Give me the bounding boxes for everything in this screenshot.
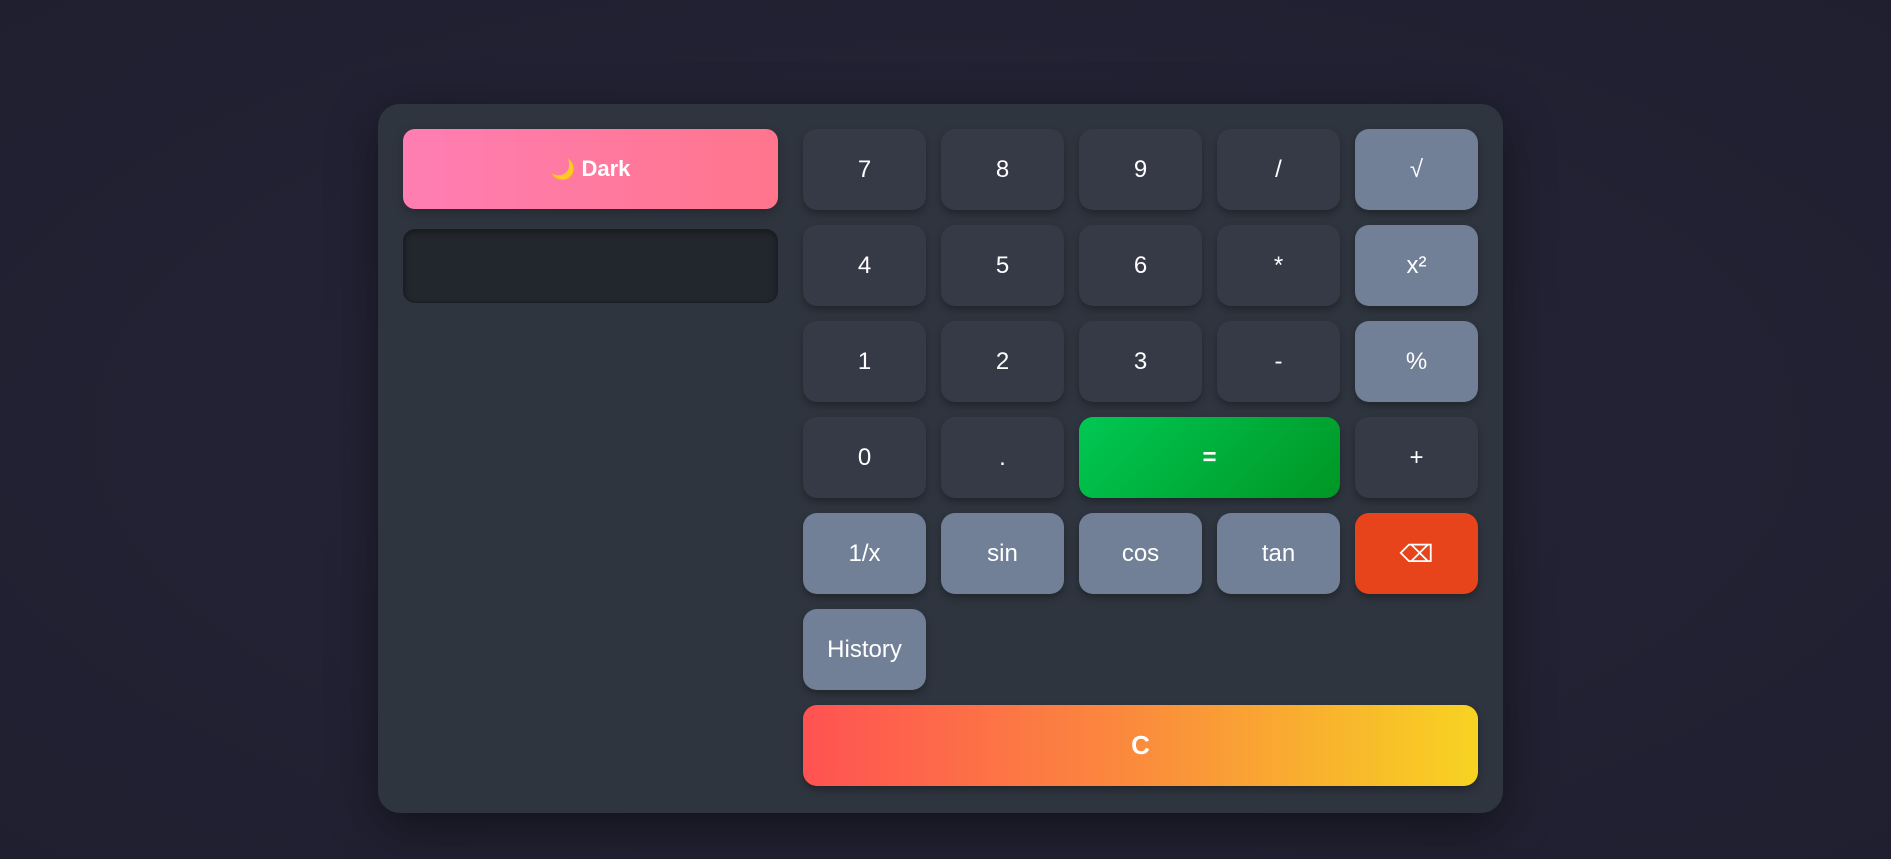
sqrt-button[interactable]: √ (1355, 129, 1478, 210)
clear-button[interactable]: C (803, 705, 1478, 786)
empty-cell (1217, 609, 1340, 690)
key-0[interactable]: 0 (803, 417, 926, 498)
square-button[interactable]: x² (1355, 225, 1478, 306)
empty-cell (941, 609, 1064, 690)
equals-button[interactable]: = (1079, 417, 1340, 498)
sin-button[interactable]: sin (941, 513, 1064, 594)
subtract-button[interactable]: - (1217, 321, 1340, 402)
key-7[interactable]: 7 (803, 129, 926, 210)
key-8[interactable]: 8 (941, 129, 1064, 210)
decimal-button[interactable]: . (941, 417, 1064, 498)
keypad: 7 8 9 / √ 4 5 6 * x² 1 2 3 - % 0 . = + 1… (803, 129, 1479, 786)
cos-button[interactable]: cos (1079, 513, 1202, 594)
empty-cell (1079, 609, 1202, 690)
key-3[interactable]: 3 (1079, 321, 1202, 402)
percent-button[interactable]: % (1355, 321, 1478, 402)
moon-icon: 🌙 (550, 157, 576, 181)
tan-button[interactable]: tan (1217, 513, 1340, 594)
display-input[interactable] (403, 229, 778, 303)
history-button[interactable]: History (803, 609, 926, 690)
left-panel: 🌙 Dark (403, 129, 778, 303)
empty-cell (1355, 609, 1478, 690)
key-5[interactable]: 5 (941, 225, 1064, 306)
calculator: 🌙 Dark 7 8 9 / √ 4 5 6 * x² 1 2 3 - % 0 … (378, 104, 1503, 813)
divide-button[interactable]: / (1217, 129, 1340, 210)
reciprocal-button[interactable]: 1/x (803, 513, 926, 594)
theme-toggle-label: Dark (581, 156, 631, 181)
theme-toggle-button[interactable]: 🌙 Dark (403, 129, 778, 209)
add-button[interactable]: + (1355, 417, 1478, 498)
backspace-button[interactable]: ⌫ (1355, 513, 1478, 594)
multiply-button[interactable]: * (1217, 225, 1340, 306)
key-9[interactable]: 9 (1079, 129, 1202, 210)
key-2[interactable]: 2 (941, 321, 1064, 402)
key-6[interactable]: 6 (1079, 225, 1202, 306)
backspace-icon: ⌫ (1399, 539, 1434, 568)
key-1[interactable]: 1 (803, 321, 926, 402)
key-4[interactable]: 4 (803, 225, 926, 306)
